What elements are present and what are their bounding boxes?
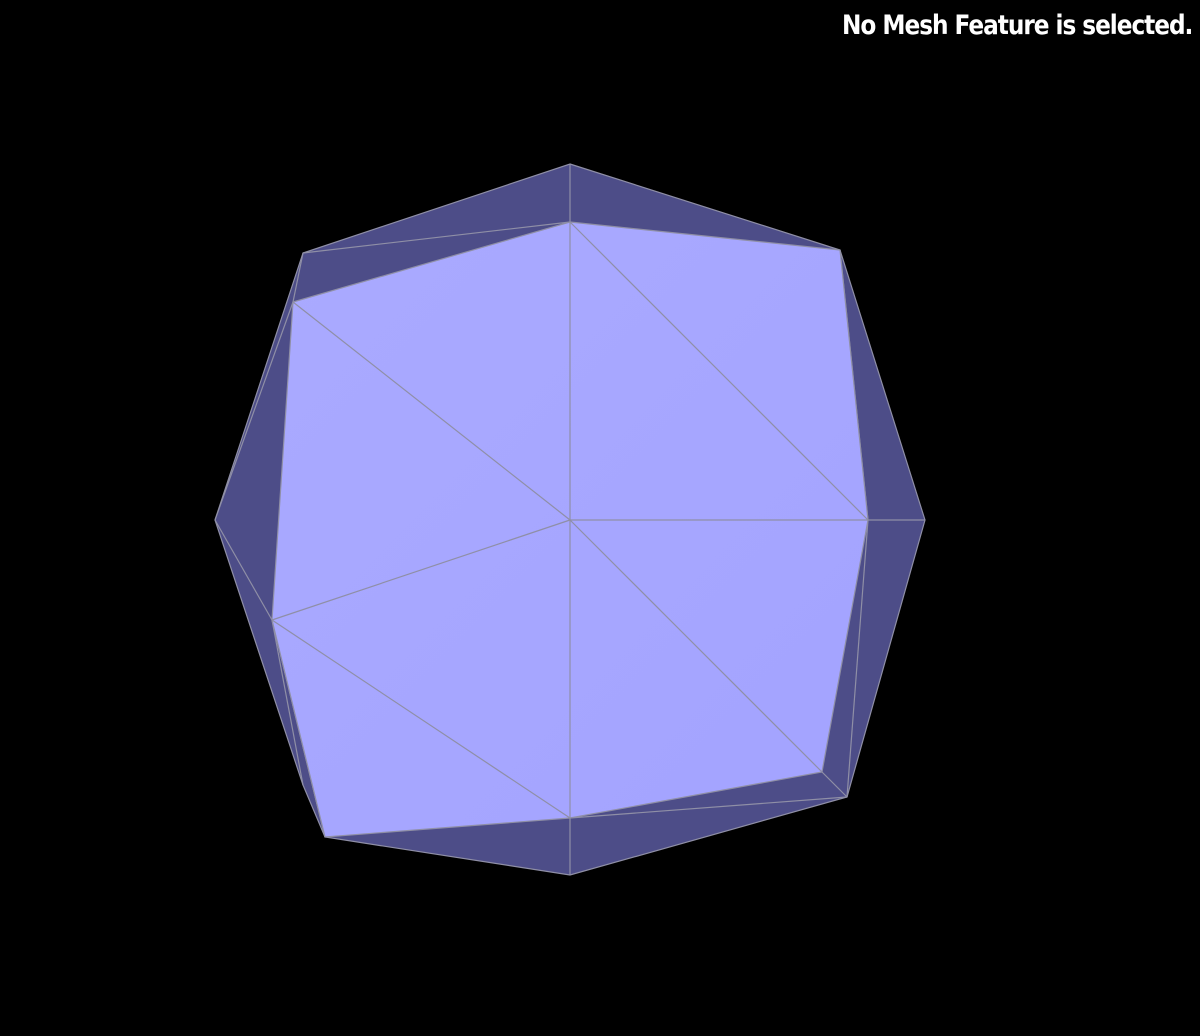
status-message: No Mesh Feature is selected. xyxy=(841,10,1193,41)
mesh-viewport[interactable]: No Mesh Feature is selected. xyxy=(0,0,1200,1036)
mesh-canvas[interactable] xyxy=(0,0,1200,1036)
